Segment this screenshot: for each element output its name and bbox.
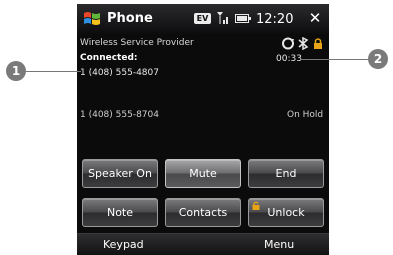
app-title: Phone [107,11,153,26]
bluetooth-icon [298,37,309,50]
battery-icon [235,14,251,23]
lock-icon [314,38,322,49]
contacts-button[interactable]: Contacts [165,198,241,227]
keypad-softkey[interactable]: Keypad [103,238,144,251]
service-provider: Wireless Service Provider [80,38,194,48]
speaker-on-button[interactable]: Speaker On [82,159,158,188]
phone-screen: Phone EV 12:20 ✕ Wireless Service Provid… [77,4,329,255]
unlock-button-label: Unlock [267,206,305,219]
end-call-button[interactable]: End [248,159,324,188]
clock: 12:20 [256,12,294,27]
menu-softkey[interactable]: Menu [264,238,294,251]
soft-key-bar: Keypad Menu [77,233,329,255]
transfer-icon [282,37,294,50]
call-status-icons [282,37,322,50]
callout-line-1 [26,71,81,72]
hold-status: On Hold [287,110,324,120]
unlock-button[interactable]: Unlock [248,198,324,227]
call-timer: 00:33 [276,54,302,64]
signal-strength-icon [217,12,228,24]
close-icon[interactable]: ✕ [306,10,324,27]
callout-line-2 [300,59,368,60]
active-caller-number: 1 (408) 555-4807 [80,68,159,78]
note-button[interactable]: Note [82,198,158,227]
title-bar: Phone EV 12:20 ✕ [77,4,329,34]
mute-button[interactable]: Mute [165,159,241,188]
connection-status: Connected: [80,53,138,63]
ev-data-icon: EV [194,13,211,24]
callout-marker-2: 2 [368,49,388,69]
held-caller-number: 1 (408) 555-8704 [80,110,159,120]
lock-icon [252,201,260,210]
windows-logo-icon[interactable] [83,10,101,28]
callout-marker-1: 1 [6,61,26,81]
